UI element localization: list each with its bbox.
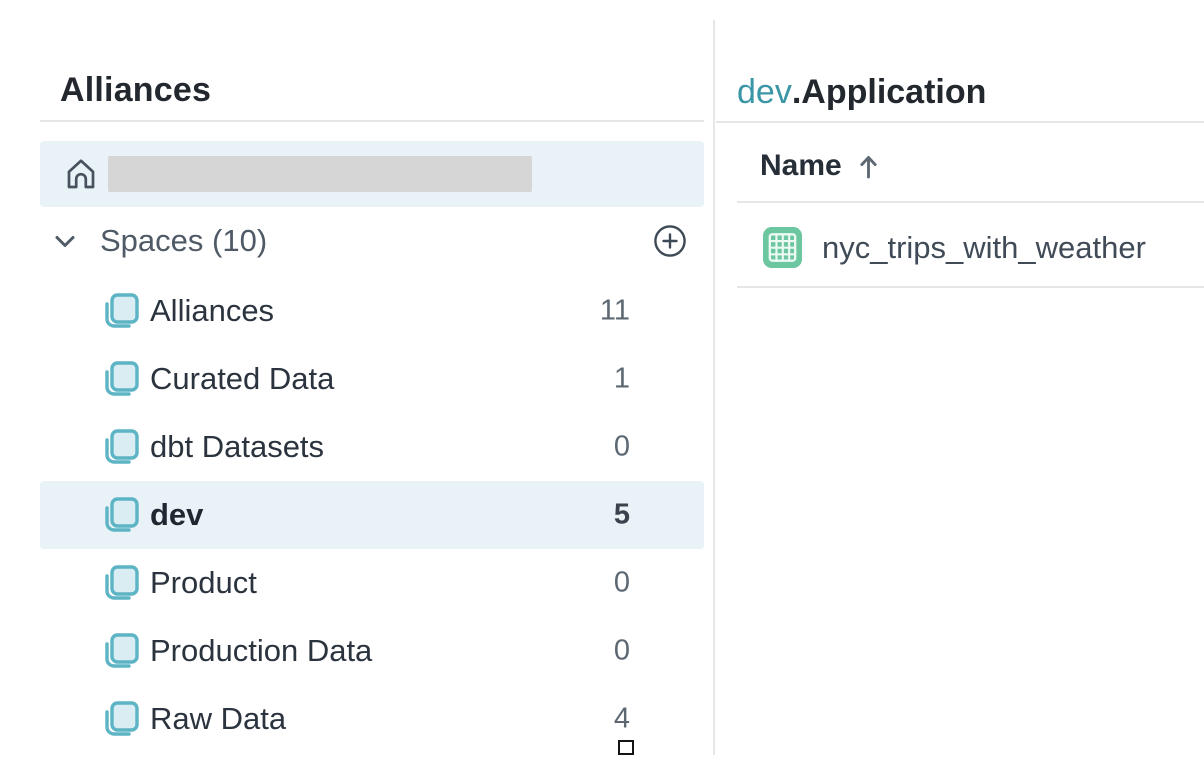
space-count: 0 <box>614 635 630 668</box>
spaces-section-label: Spaces (10) <box>100 223 267 259</box>
content-title-divider <box>716 121 1204 123</box>
dataset-name: nyc_trips_with_weather <box>822 230 1146 266</box>
space-icon <box>100 358 140 400</box>
space-list: Alliances 11 Curated Data 1 dbt Datasets… <box>40 277 704 753</box>
space-name: dev <box>150 497 203 533</box>
table-row-divider <box>737 286 1204 288</box>
sidebar-title-divider <box>40 120 704 122</box>
chevron-down-icon[interactable] <box>52 228 78 254</box>
space-count: 4 <box>614 703 630 736</box>
space-icon <box>100 630 140 672</box>
space-name: Product <box>150 565 257 601</box>
column-header-name[interactable]: Name <box>760 147 879 185</box>
breadcrumb: dev.Application <box>737 73 986 112</box>
space-name: Raw Data <box>150 701 286 737</box>
space-count: 0 <box>614 567 630 600</box>
space-name: Curated Data <box>150 361 334 397</box>
space-count: 0 <box>614 431 630 464</box>
home-icon <box>62 155 100 193</box>
space-name: Production Data <box>150 633 372 669</box>
sidebar-title: Alliances <box>60 71 211 110</box>
space-row-dev[interactable]: dev 5 <box>40 481 704 549</box>
small-square-artifact <box>618 740 634 755</box>
space-row-product[interactable]: Product 0 <box>40 549 704 617</box>
home-label-placeholder <box>108 156 532 192</box>
home-row[interactable] <box>40 141 704 207</box>
space-name: dbt Datasets <box>150 429 324 465</box>
space-count: 5 <box>614 499 630 532</box>
space-name: Alliances <box>150 293 274 329</box>
space-count: 1 <box>614 363 630 396</box>
space-icon <box>100 698 140 740</box>
space-icon <box>100 494 140 536</box>
space-row-alliances[interactable]: Alliances 11 <box>40 277 704 345</box>
space-row-dbt-datasets[interactable]: dbt Datasets 0 <box>40 413 704 481</box>
arrow-up-icon <box>858 152 879 181</box>
column-header-label: Name <box>760 149 842 183</box>
space-row-raw-data[interactable]: Raw Data 4 <box>40 685 704 753</box>
spaces-section-header: Spaces (10) <box>40 207 704 275</box>
space-icon <box>100 426 140 468</box>
space-icon <box>100 562 140 604</box>
breadcrumb-space[interactable]: dev <box>737 73 792 111</box>
table-grid-icon <box>762 226 803 269</box>
space-icon <box>100 290 140 332</box>
breadcrumb-entity: Application <box>801 73 986 111</box>
space-count: 11 <box>600 295 630 328</box>
space-row-curated-data[interactable]: Curated Data 1 <box>40 345 704 413</box>
table-header-divider <box>737 201 1204 203</box>
breadcrumb-separator: . <box>792 73 801 111</box>
panel-divider <box>713 20 715 755</box>
dataset-row[interactable]: nyc_trips_with_weather <box>762 226 1146 269</box>
plus-circle-icon[interactable] <box>652 223 688 259</box>
space-row-production-data[interactable]: Production Data 0 <box>40 617 704 685</box>
